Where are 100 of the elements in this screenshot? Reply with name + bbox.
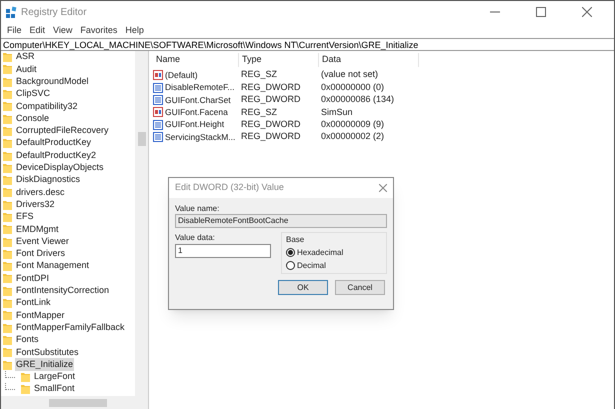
folder-icon <box>3 138 12 148</box>
folder-icon <box>3 162 12 173</box>
folder-icon <box>3 286 12 296</box>
dialog-button[interactable]: OK <box>278 280 328 295</box>
folder-icon <box>3 114 12 124</box>
folder-icon <box>21 372 30 382</box>
folder-icon <box>3 224 12 234</box>
address-bar[interactable]: Computer\HKEY_LOCAL_MACHINE\SOFTWARE\Microsoft\Windows NT\CurrentVersion\GRE_Initialize <box>1 38 614 51</box>
value-data: 0x00000002 (2) <box>320 130 386 144</box>
folder-icon <box>3 150 12 161</box>
tree-item[interactable]: ASR <box>15 51 36 64</box>
folder-icon <box>3 101 12 112</box>
menu-item[interactable]: View <box>49 24 76 38</box>
folder-icon <box>3 175 12 186</box>
folder-icon <box>3 200 12 210</box>
tree-item[interactable]: drivers.desc <box>15 186 66 200</box>
value-data-field[interactable]: 1 <box>175 244 271 258</box>
value-data-label: Value data: <box>175 232 216 242</box>
folder-icon <box>3 212 12 222</box>
tree-item[interactable]: FontMapper <box>15 308 66 322</box>
value-data: 0x00000009 (9) <box>320 118 386 132</box>
folder-icon <box>3 89 12 100</box>
folder-icon <box>3 310 12 320</box>
folder-icon <box>3 187 12 198</box>
tree-item[interactable]: Font Management <box>15 259 90 273</box>
value-name-label: Value name: <box>175 203 220 213</box>
horizontal-scrollbar[interactable] <box>1 396 148 409</box>
tree-item[interactable]: DefaultProductKey <box>15 136 92 150</box>
menu-item[interactable]: Help <box>121 24 148 38</box>
menu-item[interactable]: Favorites <box>76 24 122 38</box>
tree-item[interactable]: Fonts <box>15 333 40 347</box>
folder-icon <box>3 52 12 62</box>
value-name[interactable]: GUIFont.CharSet <box>165 94 231 106</box>
value-name[interactable]: (Default) <box>165 68 198 82</box>
folder-icon <box>21 384 30 394</box>
tree-item[interactable]: Drivers32 <box>15 198 56 212</box>
value-name[interactable]: GUIFont.Height <box>165 118 224 132</box>
value-name[interactable]: DisableRemoteF... <box>165 81 234 94</box>
value-type: REG_DWORD <box>240 130 302 144</box>
tree-item[interactable]: FontLink <box>15 296 52 310</box>
close-icon[interactable] <box>582 7 592 17</box>
folder-icon <box>3 126 12 136</box>
radio-label: Hexadecimal <box>297 246 344 258</box>
tree-item[interactable]: Font Drivers <box>15 247 66 261</box>
tree-item[interactable]: Compatibility32 <box>15 100 79 114</box>
value-type: REG_DWORD <box>240 80 302 94</box>
folder-icon <box>3 261 12 272</box>
tree-item[interactable]: FontDPI <box>15 272 50 286</box>
tree-item[interactable]: FontIntensityCorrection <box>15 284 110 298</box>
folder-icon <box>3 248 12 259</box>
tree-item[interactable]: FontMapperFamilyFallback <box>15 320 126 334</box>
value-data: 0x00000000 (0) <box>320 80 386 94</box>
tree-item[interactable]: EFS <box>15 210 35 224</box>
dialog-button[interactable]: Cancel <box>335 280 385 295</box>
close-icon[interactable] <box>379 184 387 192</box>
folder-icon <box>3 236 12 247</box>
tree-item[interactable]: EMDMgmt <box>15 222 60 236</box>
menu-item[interactable]: Edit <box>26 24 50 38</box>
tree-item[interactable]: DefaultProductKey2 <box>15 148 98 162</box>
tree-item[interactable]: Audit <box>15 62 38 76</box>
folder-icon <box>3 64 12 74</box>
window-title: Registry Editor <box>21 6 87 20</box>
menu-item[interactable]: File <box>3 24 26 38</box>
value-type: REG_DWORD <box>240 93 302 106</box>
value-type: REG_SZ <box>240 106 278 119</box>
folder-icon <box>3 298 12 308</box>
value-name[interactable]: GUIFont.Facena <box>165 106 228 119</box>
tree-item[interactable]: Console <box>15 112 50 126</box>
folder-icon <box>3 334 12 345</box>
tree-item[interactable]: DeviceDisplayObjects <box>15 161 105 175</box>
column-header[interactable]: Name <box>153 53 239 67</box>
value-type: REG_SZ <box>240 68 278 82</box>
registry-app-icon <box>5 6 17 18</box>
column-header[interactable]: Type <box>239 53 319 67</box>
value-name-field[interactable]: DisableRemoteFontBootCache <box>175 214 387 228</box>
tree-item[interactable]: DiskDiagnostics <box>15 173 82 187</box>
tree-item[interactable]: FontSubstitutes <box>15 346 80 360</box>
tree-item[interactable]: BackgroundModel <box>15 75 90 88</box>
folder-icon <box>3 273 12 284</box>
folder-icon <box>3 322 12 333</box>
folder-icon <box>3 347 12 358</box>
tree-item[interactable]: CorruptedFileRecovery <box>15 124 110 138</box>
maximize-icon[interactable] <box>536 7 546 17</box>
tree-item[interactable]: Event Viewer <box>15 234 70 248</box>
value-type: REG_DWORD <box>240 118 302 132</box>
radio-button[interactable] <box>286 261 295 270</box>
tree-item[interactable]: LargeFont <box>33 370 76 384</box>
folder-icon <box>3 360 12 370</box>
value-name[interactable]: ServicingStackM... <box>165 130 236 144</box>
tree-item[interactable]: ClipSVC <box>15 87 52 101</box>
value-data: (value not set) <box>320 68 380 82</box>
radio-button[interactable] <box>286 248 295 257</box>
value-data: SimSun <box>320 106 354 119</box>
tree-item[interactable]: SmallFont <box>33 382 76 396</box>
value-data: 0x00000086 (134) <box>320 93 396 106</box>
dialog-title: Edit DWORD (32-bit) Value <box>175 181 284 194</box>
radio-label: Decimal <box>297 260 326 272</box>
tree-item[interactable]: GRE_Initialize <box>15 358 74 372</box>
column-header[interactable]: Data <box>319 53 419 67</box>
vertical-scrollbar[interactable] <box>135 51 148 396</box>
